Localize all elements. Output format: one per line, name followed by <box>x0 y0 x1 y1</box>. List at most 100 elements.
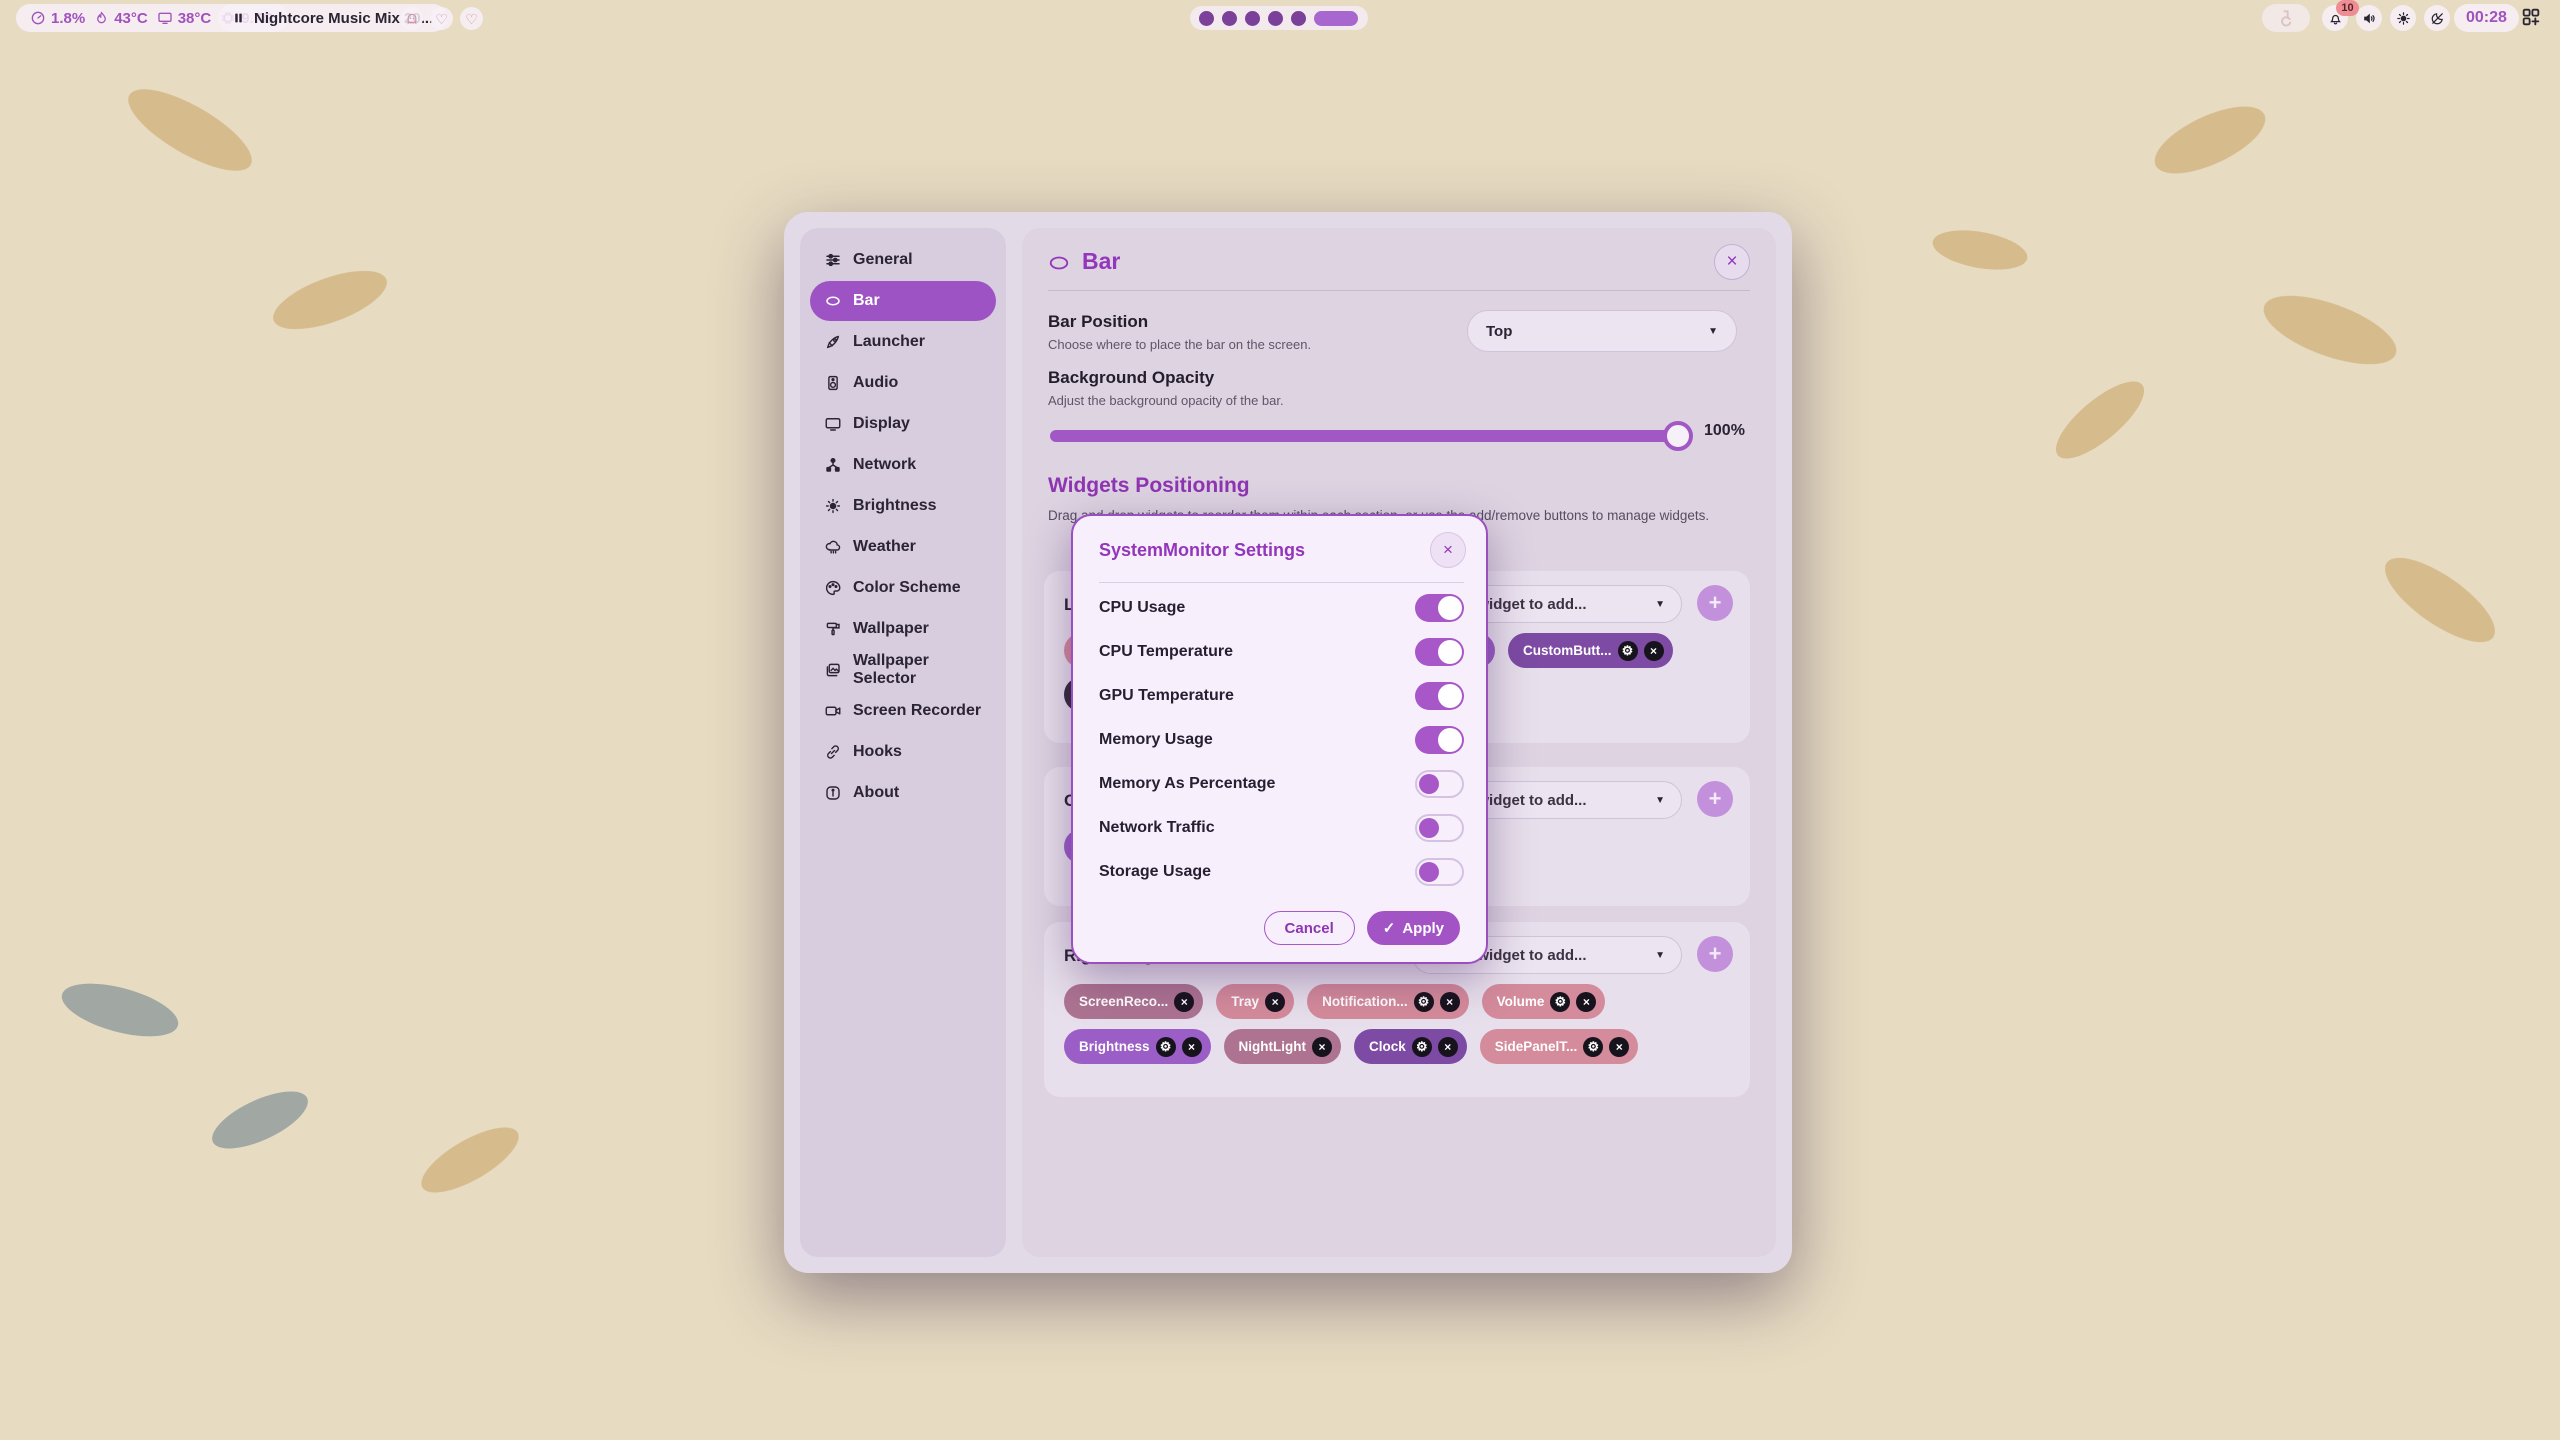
sidebar-item-wallpaper[interactable]: Wallpaper <box>810 609 996 649</box>
tray-app-button[interactable] <box>2262 4 2310 32</box>
sidebar-item-wallpaper-selector[interactable]: Wallpaper Selector <box>810 650 996 690</box>
widget-remove-icon[interactable]: × <box>1312 1037 1332 1057</box>
sidebar-item-about[interactable]: About <box>810 773 996 813</box>
widget-settings-icon[interactable]: ⚙ <box>1414 992 1434 1012</box>
close-button[interactable]: × <box>1714 244 1750 280</box>
tray-app-icon <box>2276 8 2296 28</box>
oval-icon <box>824 292 842 310</box>
widget-chip-label: Volume <box>1497 994 1545 1009</box>
workspace-dot-4[interactable] <box>1268 11 1283 26</box>
toggle-knob <box>1438 728 1462 752</box>
widget-remove-icon[interactable]: × <box>1609 1037 1629 1057</box>
widget-remove-icon[interactable]: × <box>1644 641 1664 661</box>
widget-chip-label: Clock <box>1369 1039 1406 1054</box>
heart-button-2[interactable]: ♡ <box>460 7 483 30</box>
cpu-usage-toggle[interactable] <box>1415 594 1464 622</box>
night-light-button[interactable] <box>2424 5 2450 31</box>
widget-remove-icon[interactable]: × <box>1182 1037 1202 1057</box>
desktop: 1.8% 43°C 38°C 9.7G Nightcore Music Mix … <box>0 0 2560 1440</box>
widget-chip-label: SidePanelT... <box>1495 1039 1578 1054</box>
add-widget-button[interactable]: + <box>1697 585 1733 621</box>
workspace-dot-5[interactable] <box>1291 11 1306 26</box>
widget-chip[interactable]: CustomButt... ⚙ × <box>1508 633 1673 668</box>
widget-chip[interactable]: SidePanelT... ⚙ × <box>1480 1029 1639 1064</box>
widget-settings-icon[interactable]: ⚙ <box>1412 1037 1432 1057</box>
widget-settings-icon[interactable]: ⚙ <box>1550 992 1570 1012</box>
add-widget-button[interactable]: + <box>1697 781 1733 817</box>
volume-button[interactable] <box>2356 5 2382 31</box>
widget-remove-icon[interactable]: × <box>1438 1037 1458 1057</box>
sidebar-item-screen-recorder[interactable]: Screen Recorder <box>810 691 996 731</box>
toggle-knob <box>1438 640 1462 664</box>
rocket-icon <box>824 333 842 351</box>
sidebar-item-audio[interactable]: Audio <box>810 363 996 403</box>
widget-remove-icon[interactable]: × <box>1576 992 1596 1012</box>
apply-button[interactable]: ✓ Apply <box>1367 911 1460 945</box>
memory-as-percentage-toggle[interactable] <box>1415 770 1464 798</box>
cloud-rain-icon <box>824 538 842 556</box>
flame-icon <box>94 10 109 26</box>
heart-button-1[interactable]: ♡ <box>430 7 453 30</box>
sidebar-item-hooks[interactable]: Hooks <box>810 732 996 772</box>
info-icon <box>824 784 842 802</box>
toggle-row-cpu-usage: CPU Usage <box>1099 593 1464 623</box>
plus-icon: + <box>1709 590 1722 616</box>
widget-chip[interactable]: Tray × <box>1216 984 1294 1019</box>
overview-button[interactable] <box>2520 6 2542 33</box>
chip-row: ScreenReco... × Tray × Notification... ⚙… <box>1064 984 1605 1019</box>
workspace-indicator[interactable] <box>1190 6 1368 30</box>
network-nodes-icon <box>824 456 842 474</box>
workspace-dot-1[interactable] <box>1199 11 1214 26</box>
opacity-slider[interactable] <box>1050 430 1686 442</box>
dialog-close-button[interactable]: × <box>1430 532 1466 568</box>
gpu-temp-value: 38°C <box>178 10 212 27</box>
widget-chip[interactable]: Notification... ⚙ × <box>1307 984 1469 1019</box>
widget-settings-icon[interactable]: ⚙ <box>1618 641 1638 661</box>
widget-chip[interactable]: Clock ⚙ × <box>1354 1029 1467 1064</box>
gpu-temperature-toggle[interactable] <box>1415 682 1464 710</box>
sidebar-item-label: Hooks <box>853 743 902 761</box>
sidebar-item-label: Wallpaper <box>853 620 929 638</box>
sidebar-item-color-scheme[interactable]: Color Scheme <box>810 568 996 608</box>
widget-chip[interactable]: ScreenReco... × <box>1064 984 1203 1019</box>
slider-thumb[interactable] <box>1663 421 1693 451</box>
widget-settings-icon[interactable]: ⚙ <box>1156 1037 1176 1057</box>
chevron-down-icon: ▼ <box>1708 326 1718 337</box>
widget-settings-icon[interactable]: ⚙ <box>1583 1037 1603 1057</box>
toggle-label: Storage Usage <box>1099 863 1211 881</box>
cpu-temperature-toggle[interactable] <box>1415 638 1464 666</box>
sidebar-item-label: Bar <box>853 292 880 310</box>
sidebar-item-general[interactable]: General <box>810 240 996 280</box>
workspace-dot-3[interactable] <box>1245 11 1260 26</box>
brightness-button[interactable] <box>2390 5 2416 31</box>
widget-chip[interactable]: Brightness ⚙ × <box>1064 1029 1211 1064</box>
sidebar-item-label: Color Scheme <box>853 579 961 597</box>
check-icon: ✓ <box>1383 919 1396 937</box>
sidebar-item-launcher[interactable]: Launcher <box>810 322 996 362</box>
memory-usage-toggle[interactable] <box>1415 726 1464 754</box>
workspace-active-pill[interactable] <box>1314 11 1358 26</box>
network-traffic-toggle[interactable] <box>1415 814 1464 842</box>
sidebar-item-label: Screen Recorder <box>853 702 981 720</box>
toggle-row-storage-usage: Storage Usage <box>1099 857 1464 887</box>
clock-widget[interactable]: 00:28 <box>2454 4 2519 32</box>
widget-remove-icon[interactable]: × <box>1265 992 1285 1012</box>
widget-chip-label: NightLight <box>1239 1039 1306 1054</box>
sidebar-item-brightness[interactable]: Brightness <box>810 486 996 526</box>
add-widget-button[interactable]: + <box>1697 936 1733 972</box>
widget-remove-icon[interactable]: × <box>1440 992 1460 1012</box>
widget-chip[interactable]: NightLight × <box>1224 1029 1341 1064</box>
workspace-dot-2[interactable] <box>1222 11 1237 26</box>
cancel-button[interactable]: Cancel <box>1264 911 1355 945</box>
plus-icon: + <box>1709 786 1722 812</box>
sidebar-item-network[interactable]: Network <box>810 445 996 485</box>
dropdown-value: Top <box>1486 323 1512 340</box>
widget-chip[interactable]: Volume ⚙ × <box>1482 984 1606 1019</box>
widget-remove-icon[interactable]: × <box>1174 992 1194 1012</box>
sidebar-item-weather[interactable]: Weather <box>810 527 996 567</box>
sidebar-item-display[interactable]: Display <box>810 404 996 444</box>
bar-position-dropdown[interactable]: Top ▼ <box>1467 310 1737 352</box>
sidebar-item-bar[interactable]: Bar <box>810 281 996 321</box>
storage-usage-toggle[interactable] <box>1415 858 1464 886</box>
ghost-button[interactable] <box>400 7 423 30</box>
